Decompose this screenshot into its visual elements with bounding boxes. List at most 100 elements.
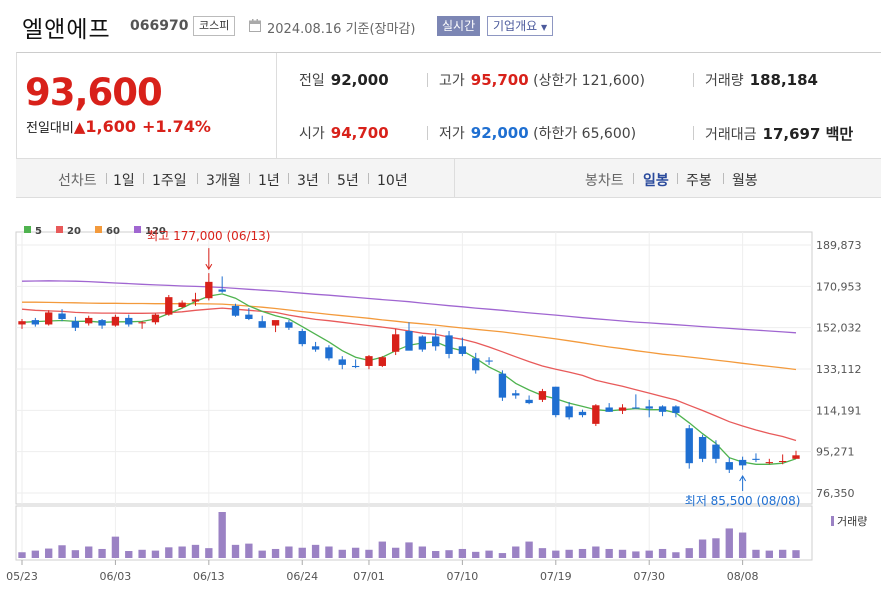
price-panel-frame [15, 231, 813, 505]
quote-panel: 93,600 전일대비▲1,600 +1.74% 전일 92,000 시가 94,70… [16, 52, 881, 158]
divider [693, 126, 694, 140]
divider [197, 173, 198, 184]
trade-amount-label: 거래대금 [705, 127, 757, 143]
volume-bar [432, 551, 440, 558]
y-tick-label: 133,112 [816, 363, 862, 376]
candle-weekly[interactable]: 주봉 [686, 170, 712, 190]
line-chart-label[interactable]: 선차트 [58, 170, 97, 190]
candle-body [298, 331, 306, 345]
candle-body [258, 321, 266, 328]
company-overview-dropdown[interactable]: 기업개요 ▼ [487, 16, 554, 36]
period-1w[interactable]: 1주일 [152, 170, 187, 190]
chart-toolbar: 선차트 1일 1주일 3개월 1년 3년 5년 10년 봉차트 일봉 주봉 월봉 [16, 158, 881, 198]
low-price: 저가 92,000 (하한가 65,600) [439, 123, 636, 143]
ma5-line [21, 293, 797, 465]
volume-bar [725, 528, 733, 558]
period-10y[interactable]: 10년 [377, 170, 408, 190]
volume-bar [765, 550, 773, 558]
period-1y[interactable]: 1년 [258, 170, 280, 190]
volume-bar [391, 547, 400, 558]
volume-bar [792, 550, 800, 558]
chart-grid [15, 231, 813, 561]
stock-name: 엘앤에프 [22, 17, 111, 43]
candle-body [752, 458, 760, 460]
chevron-down-icon: ▼ [541, 23, 548, 32]
volume-bar [85, 546, 93, 558]
candle-chart-label[interactable]: 봉차트 [585, 170, 624, 190]
candle-body [432, 336, 440, 347]
volume-bar [778, 549, 787, 558]
candle-body [271, 320, 280, 326]
period-3y[interactable]: 3년 [297, 170, 319, 190]
volume-bar [605, 548, 613, 558]
divider [677, 173, 678, 184]
candle-body [725, 462, 733, 470]
x-tick-label: 07/30 [633, 570, 665, 583]
volume-bar [258, 550, 266, 558]
price-summary: 93,600 전일대비▲1,600 +1.74% [17, 53, 277, 158]
open-price: 시가 94,700 [299, 123, 389, 143]
candle-body [125, 317, 133, 325]
period-3m[interactable]: 3개월 [206, 170, 241, 190]
volume-bar [698, 539, 707, 558]
volume-bar [338, 549, 346, 558]
volume-bar [285, 546, 293, 558]
candle-body [445, 335, 453, 354]
candle-daily[interactable]: 일봉 [643, 170, 669, 190]
volume-bar [271, 548, 280, 558]
volume-bar [632, 551, 640, 558]
volume-bar [18, 552, 26, 558]
period-5y[interactable]: 5년 [337, 170, 359, 190]
legend-swatch [134, 226, 141, 233]
candle-body [685, 428, 693, 464]
x-tick-label: 06/03 [100, 570, 132, 583]
candle-body [418, 336, 427, 350]
volume-bar [138, 549, 146, 558]
volume-bar [365, 549, 373, 558]
candle-body [658, 406, 667, 412]
stock-chart[interactable]: 189,873 170,953 152,032 133,112 114,191 95,27… [0, 200, 881, 606]
axis-labels: 189,873 170,953 152,032 133,112 114,191 95,27… [6, 239, 867, 583]
candle-body [178, 302, 186, 307]
candle-body [365, 356, 373, 366]
divider [106, 173, 107, 184]
toolbar-divider [454, 159, 455, 197]
candle-body [738, 459, 747, 466]
realtime-button[interactable]: 실시간 [437, 16, 481, 36]
volume-bar [151, 550, 160, 558]
x-tick-label: 07/19 [540, 570, 572, 583]
volume-bar [218, 512, 226, 558]
candle-body [485, 360, 493, 362]
high-annotation: 최고 177,000 (06/13) [147, 229, 270, 243]
candle-monthly[interactable]: 월봉 [732, 170, 758, 190]
prev-close-value: 92,000 [330, 71, 389, 89]
prev-close-label: 전일 [299, 73, 325, 89]
volume-bar [45, 548, 53, 558]
volume-bar [418, 546, 427, 558]
volume-bars [18, 512, 800, 558]
candle-body [98, 320, 106, 326]
volume: 거래량 188,184 [705, 70, 818, 90]
candle-body [672, 406, 680, 413]
legend-label: 60 [106, 226, 120, 237]
upper-limit: (상한가 121,600) [533, 73, 646, 89]
candle-body [578, 411, 587, 416]
period-1d[interactable]: 1일 [113, 170, 135, 190]
volume-bar [552, 550, 560, 558]
candle-body [765, 462, 773, 464]
volume-bar [205, 548, 213, 558]
legend-swatch [24, 226, 31, 233]
volume-bar [58, 545, 66, 558]
x-tick-label: 06/24 [286, 570, 318, 583]
candle-body [151, 314, 160, 323]
high-price: 고가 95,700 (상한가 121,600) [439, 70, 645, 90]
candle-body [71, 321, 80, 328]
volume-bar [618, 549, 627, 558]
volume-bar [231, 544, 240, 558]
up-triangle-icon: ▲ [73, 118, 86, 136]
low-value: 92,000 [470, 124, 529, 142]
stock-code: 066970 [130, 18, 189, 34]
volume-bar [472, 551, 480, 558]
x-tick-label: 07/01 [353, 570, 385, 583]
divider [723, 173, 724, 184]
